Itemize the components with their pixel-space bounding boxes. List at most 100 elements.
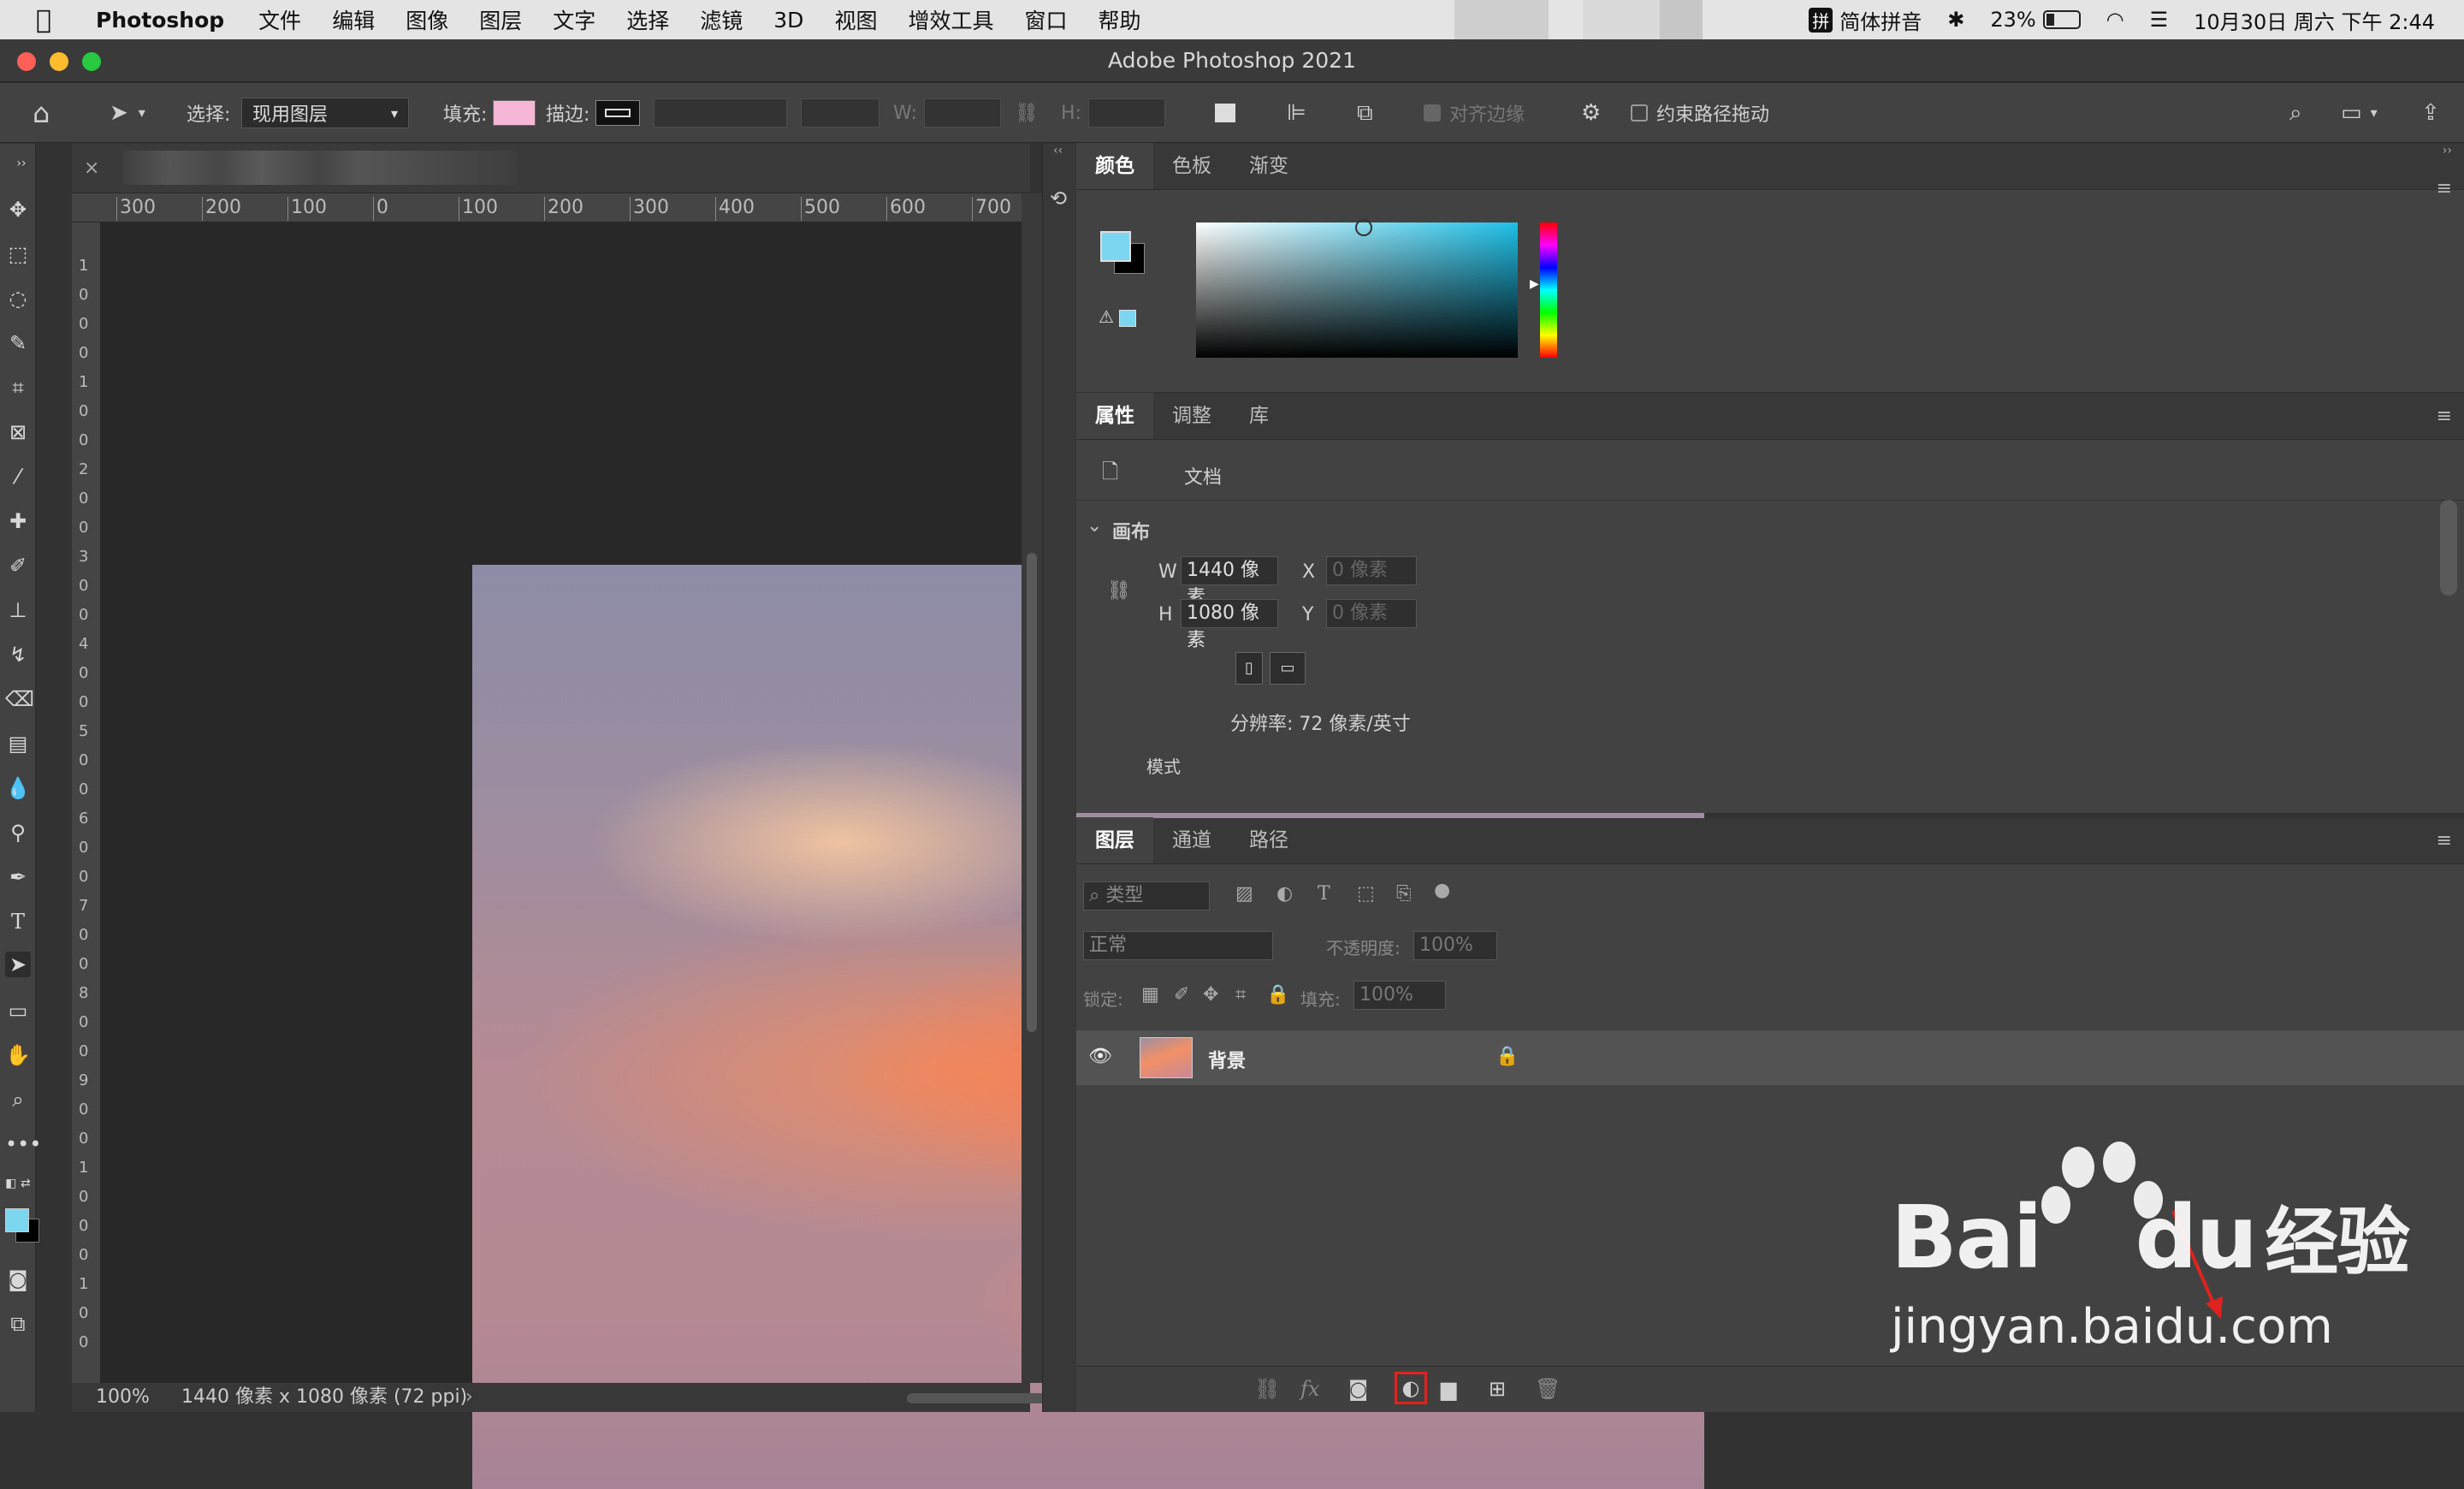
eyedropper-tool-icon[interactable]: ⁄ — [5, 464, 31, 489]
chevron-right-icon[interactable]: › — [465, 1383, 473, 1412]
link-icon[interactable]: ⛓ — [1015, 83, 1039, 143]
menu-filter[interactable]: 滤镜 — [700, 4, 743, 35]
battery-indicator[interactable]: 23% — [1990, 8, 2081, 32]
magic-wand-tool-icon[interactable]: ✎ — [5, 330, 31, 356]
hand-tool-icon[interactable]: ✋ — [5, 1042, 31, 1068]
healing-brush-tool-icon[interactable]: ✚ — [5, 508, 31, 534]
clock[interactable]: 10月30日 周六 下午 2:44 — [2194, 5, 2435, 35]
menu-edit[interactable]: 编辑 — [332, 4, 375, 35]
tab-gradients[interactable]: 渐变 — [1230, 143, 1307, 189]
collapse-panels-icon[interactable]: ›› — [2443, 144, 2452, 157]
canvas-area[interactable] — [101, 222, 1704, 1489]
lock-all-icon[interactable]: 🔒 — [1266, 984, 1289, 1006]
lock-position-icon[interactable]: ✥ — [1203, 984, 1218, 1006]
properties-scrollbar[interactable] — [2440, 500, 2457, 596]
stroke-type-dropdown[interactable] — [801, 98, 880, 128]
dodge-tool-icon[interactable]: ⚲ — [5, 820, 31, 845]
type-tool-icon[interactable]: T — [5, 909, 31, 934]
saturation-picker[interactable] — [1196, 219, 1518, 358]
filter-pixel-icon[interactable]: ▨ — [1235, 883, 1253, 905]
delete-layer-icon[interactable]: 🗑 — [1535, 1377, 1561, 1401]
width-field[interactable] — [924, 98, 1001, 128]
apple-icon[interactable]:  — [36, 5, 70, 35]
workspace-switcher[interactable]: ▭ ▾ — [2341, 83, 2378, 143]
lock-artboard-icon[interactable]: ⌗ — [1235, 984, 1246, 1006]
document-tab[interactable] — [123, 151, 517, 185]
eraser-tool-icon[interactable]: ⌫ — [5, 686, 34, 712]
tool-preset-picker[interactable]: ➤ ▾ — [110, 83, 145, 143]
blur-tool-icon[interactable]: 💧 — [5, 775, 31, 801]
foreground-color-swatch[interactable] — [5, 1208, 29, 1232]
layer-name[interactable]: 背景 — [1208, 1046, 1246, 1073]
tab-swatches[interactable]: 色板 — [1153, 143, 1230, 189]
opacity-input[interactable]: 100% — [1413, 931, 1497, 960]
tab-libraries[interactable]: 库 — [1230, 393, 1288, 439]
default-colors-icon[interactable]: ◧ ⇄ — [5, 1171, 31, 1196]
zoom-tool-icon[interactable]: ⌕ — [5, 1087, 31, 1112]
stroke-swatch[interactable] — [595, 100, 640, 126]
canvas-width-input[interactable]: 1440 像素 — [1181, 556, 1278, 608]
ime-indicator[interactable]: 拼简体拼音 — [1809, 5, 1922, 35]
menu-window[interactable]: 窗口 — [1024, 4, 1067, 35]
lasso-tool-icon[interactable]: ◌ — [5, 286, 31, 311]
zoom-window-button[interactable] — [82, 52, 101, 71]
eye-icon[interactable]: 👁 — [1088, 1046, 1112, 1067]
marquee-tool-icon[interactable]: ⬚ — [5, 241, 31, 267]
height-field[interactable] — [1088, 98, 1165, 128]
filter-adjustment-icon[interactable]: ◐ — [1276, 883, 1293, 905]
panel-menu-icon[interactable]: ≡ — [2437, 178, 2452, 199]
portrait-orientation-icon[interactable]: ▯ — [1235, 652, 1263, 685]
rectangle-tool-icon[interactable]: ▭ — [5, 998, 31, 1023]
gear-icon[interactable]: ⚙ — [1581, 83, 1601, 143]
wifi-icon[interactable]: ◠ — [2106, 8, 2124, 32]
bluetooth-icon[interactable]: ✱ — [1947, 8, 1964, 32]
move-tool-icon[interactable]: ✥ — [5, 197, 31, 222]
chevron-down-icon[interactable]: ⌄ — [1087, 515, 1102, 537]
history-brush-tool-icon[interactable]: ↯ — [5, 642, 31, 667]
close-window-button[interactable] — [17, 52, 36, 71]
stamp-tool-icon[interactable]: ⊥ — [5, 597, 31, 623]
panel-menu-icon[interactable]: ≡ — [2437, 830, 2452, 851]
select-layer-dropdown[interactable]: 现用图层 ▾ — [241, 98, 409, 128]
layer-filter-dropdown[interactable]: ⌕ 类型 — [1083, 881, 1210, 911]
menu-layer[interactable]: 图层 — [479, 4, 522, 35]
tab-paths[interactable]: 路径 — [1230, 817, 1307, 863]
new-layer-icon[interactable]: ⊞ — [1489, 1377, 1506, 1401]
hue-slider-handle-icon[interactable]: ▶ — [1530, 277, 1539, 291]
tab-channels[interactable]: 通道 — [1153, 817, 1230, 863]
menu-help[interactable]: 帮助 — [1098, 4, 1140, 35]
control-center-icon[interactable]: ☰ — [2150, 8, 2169, 32]
document-info[interactable]: 1440 像素 x 1080 像素 (72 ppi) — [181, 1383, 467, 1412]
new-group-icon[interactable]: ▆ — [1441, 1377, 1456, 1401]
fg-color-chip[interactable] — [1100, 231, 1131, 262]
expand-dock-icon[interactable]: ‹‹ — [1053, 144, 1063, 157]
fill-swatch[interactable] — [493, 100, 536, 126]
frame-tool-icon[interactable]: ⊠ — [5, 419, 31, 445]
pen-tool-icon[interactable]: ✒ — [5, 864, 31, 890]
lock-transparent-icon[interactable]: ▦ — [1141, 984, 1159, 1006]
menu-3d[interactable]: 3D — [773, 8, 803, 33]
path-selection-tool-icon[interactable]: ➤ — [5, 952, 31, 977]
tab-adjustments[interactable]: 调整 — [1153, 393, 1230, 439]
history-panel-icon[interactable]: ⟲ — [1050, 187, 1067, 211]
home-icon[interactable]: ⌂ — [33, 83, 50, 143]
path-arrangement-icon[interactable]: ⧉ — [1357, 83, 1373, 143]
filter-shape-icon[interactable]: ⬚ — [1357, 883, 1375, 905]
align-edges-checkbox[interactable] — [1424, 104, 1441, 122]
landscape-orientation-icon[interactable]: ▭ — [1270, 652, 1306, 685]
share-icon[interactable]: ⇪ — [2421, 83, 2440, 143]
new-adjustment-layer-icon[interactable]: ◐ — [1395, 1372, 1427, 1404]
layer-lock-icon[interactable]: 🔒 — [1496, 1046, 1519, 1067]
menu-type[interactable]: 文字 — [553, 4, 595, 35]
filter-type-icon[interactable]: T — [1318, 883, 1330, 905]
menu-plugins[interactable]: 增效工具 — [908, 4, 993, 35]
link-proportions-icon[interactable]: ⛓ — [1107, 580, 1131, 602]
quick-mask-icon[interactable]: ◙ — [5, 1267, 31, 1292]
more-tools-icon[interactable]: ••• — [5, 1131, 41, 1157]
menu-image[interactable]: 图像 — [406, 4, 448, 35]
collapse-toolbar-icon[interactable]: ›› — [9, 151, 34, 176]
menu-file[interactable]: 文件 — [258, 4, 301, 35]
fx-icon[interactable]: fx — [1300, 1377, 1319, 1401]
tab-color[interactable]: 颜色 — [1076, 143, 1153, 189]
filter-smart-object-icon[interactable]: ⎘ — [1396, 883, 1412, 905]
